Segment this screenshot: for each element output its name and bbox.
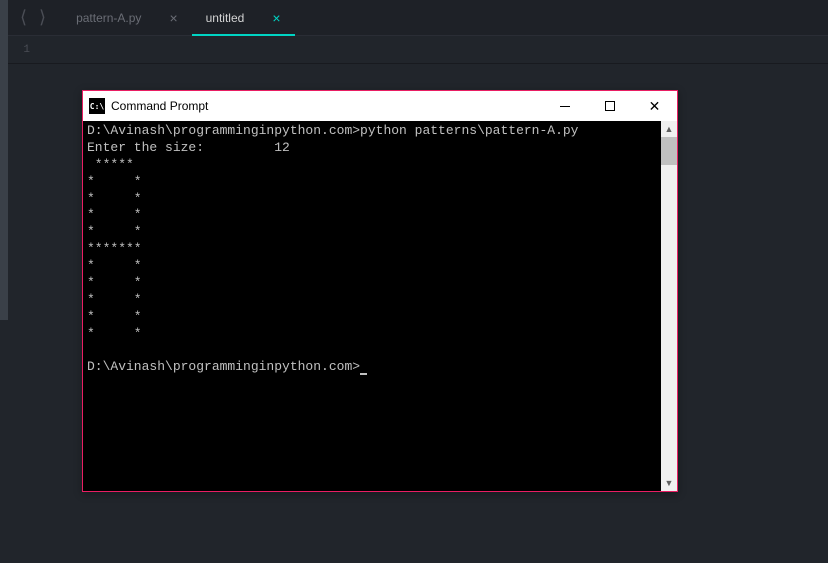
minimize-button[interactable]: [542, 91, 587, 121]
terminal-output: D:\Avinash\programminginpython.com>pytho…: [83, 121, 677, 378]
nav-forward-button[interactable]: ⟩: [33, 7, 52, 28]
scroll-down-button[interactable]: ▼: [661, 475, 677, 491]
cmd-icon: C:\: [89, 98, 105, 114]
minimize-icon: [560, 106, 570, 107]
terminal-body[interactable]: D:\Avinash\programminginpython.com>pytho…: [83, 121, 677, 491]
tab-pattern-a[interactable]: pattern-A.py ×: [62, 0, 192, 36]
tab-untitled[interactable]: untitled ×: [192, 0, 295, 36]
close-icon[interactable]: ×: [272, 10, 280, 26]
command-prompt-window: C:\ Command Prompt ✕ D:\Avinash\programm…: [82, 90, 678, 492]
scrollbar[interactable]: ▲ ▼: [661, 121, 677, 491]
close-icon: ✕: [649, 99, 661, 113]
tab-label: pattern-A.py: [76, 11, 141, 25]
scroll-up-button[interactable]: ▲: [661, 121, 677, 137]
tab-bar: ⟨ ⟩ pattern-A.py × untitled ×: [0, 0, 828, 36]
cursor-icon: [360, 373, 367, 375]
close-icon[interactable]: ×: [169, 10, 177, 26]
maximize-button[interactable]: [587, 91, 632, 121]
window-title: Command Prompt: [111, 99, 542, 113]
nav-back-button[interactable]: ⟨: [14, 7, 33, 28]
scroll-thumb[interactable]: [661, 137, 677, 165]
window-titlebar[interactable]: C:\ Command Prompt ✕: [83, 91, 677, 121]
maximize-icon: [605, 101, 615, 111]
tab-label: untitled: [206, 11, 245, 25]
editor-area: 1: [0, 36, 828, 64]
left-strip: [0, 0, 8, 320]
window-controls: ✕: [542, 91, 677, 121]
close-button[interactable]: ✕: [632, 91, 677, 121]
